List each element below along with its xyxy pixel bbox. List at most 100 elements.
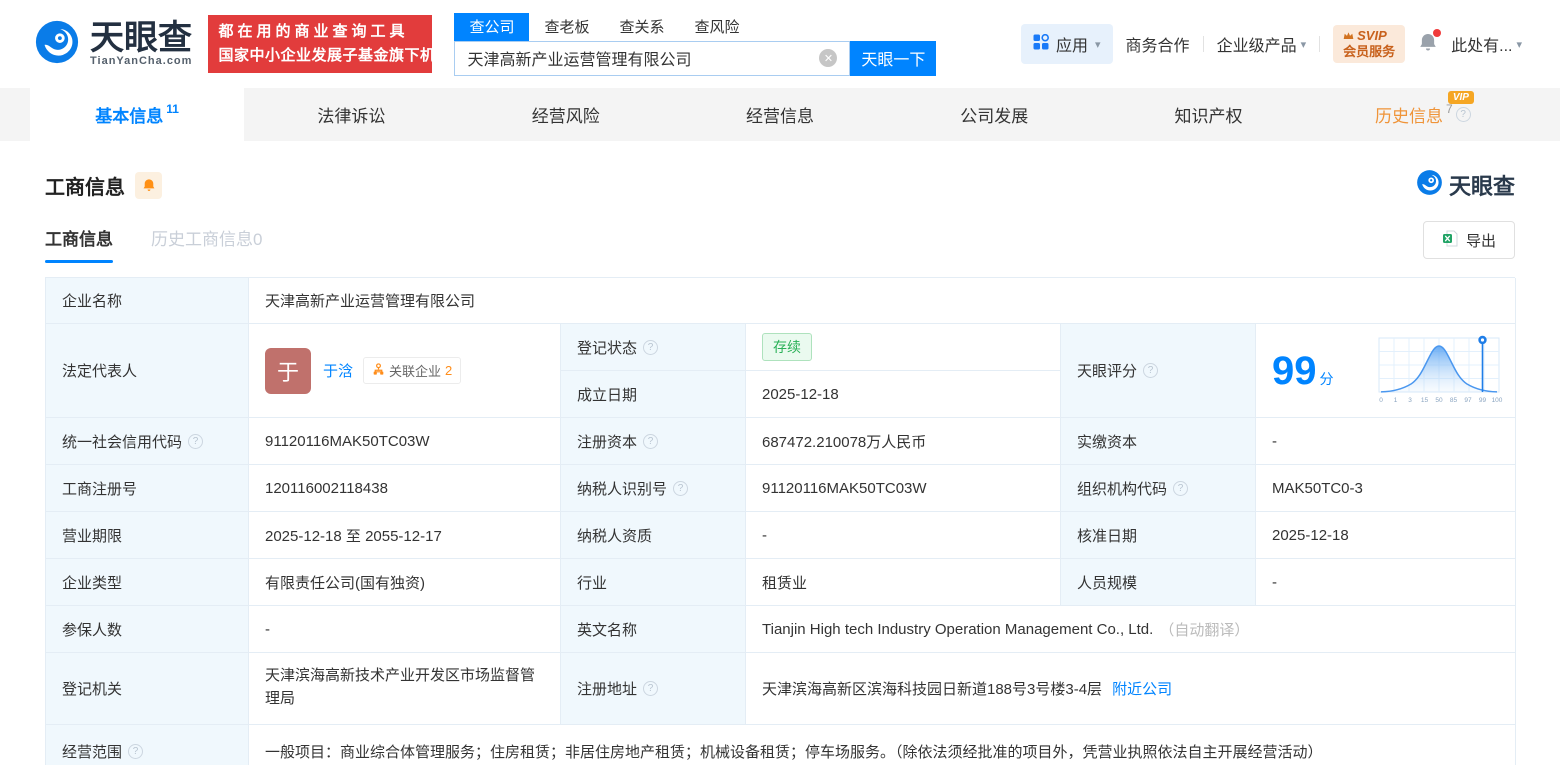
field-value-organization-code: MAK50TC0-3 [1256, 465, 1516, 512]
tab-history-info[interactable]: VIP 历史信息 7 [1316, 88, 1530, 141]
help-icon[interactable] [673, 480, 689, 496]
slogan-line2: 国家中小企业发展子基金旗下机构 [218, 47, 451, 64]
crown-icon [1343, 28, 1354, 44]
field-label-english-name: 英文名称 [561, 606, 746, 653]
tab-label: 知识产权 [1174, 107, 1243, 126]
vip-badge: VIP [1447, 91, 1474, 104]
field-value-business-term: 2025-12-18 至 2055-12-17 [249, 512, 561, 559]
field-value-company-type: 有限责任公司(国有独资) [249, 559, 561, 606]
related-companies-badge[interactable]: 关联企业 2 [363, 357, 462, 384]
tab-intellectual-property[interactable]: 知识产权 [1101, 88, 1315, 141]
field-value-registration-status: 存续 [746, 324, 1061, 371]
bell-icon [143, 179, 154, 191]
legal-rep-name-link[interactable]: 于浛 [323, 360, 353, 381]
field-label-taxpayer-quality: 纳税人资质 [561, 512, 746, 559]
pin-icon [1478, 335, 1487, 392]
search-input[interactable] [455, 41, 850, 75]
field-label-registered-capital: 注册资本 [561, 418, 746, 465]
apps-grid-icon [1033, 33, 1049, 55]
field-value-credit-code: 91120116MAK50TC03W [249, 418, 561, 465]
user-account-menu[interactable]: 此处有... ▾ [1451, 32, 1522, 56]
tab-label: 经营信息 [745, 107, 814, 126]
field-label-business-term: 营业期限 [46, 512, 249, 559]
field-value-tianyan-score: 99 分 0 1 3 15 50 85 97 99 100 [1256, 324, 1516, 418]
field-value-establish-date: 2025-12-18 [746, 371, 1061, 418]
field-value-legal-representative: 于 于浛 关联企业 2 [249, 324, 561, 418]
subtab-history-registration[interactable]: 历史工商信息0 [151, 225, 262, 263]
help-icon[interactable] [643, 681, 659, 696]
subscribe-bell-button[interactable] [135, 171, 162, 199]
field-value-insured-count: - [249, 606, 561, 653]
legal-rep-avatar[interactable]: 于 [265, 347, 311, 394]
field-label-company-type: 企业类型 [46, 559, 249, 606]
subtab-business-registration[interactable]: 工商信息 [45, 225, 113, 263]
apps-button[interactable]: 应用 ▾ [1021, 24, 1113, 64]
business-cooperation-link[interactable]: 商务合作 [1126, 32, 1190, 56]
help-icon[interactable] [1143, 363, 1159, 378]
help-icon[interactable] [128, 743, 144, 759]
help-icon[interactable] [643, 339, 659, 355]
top-header: 天眼查 TianYanCha.com 都在用的商业查询工具 国家中小企业发展子基… [0, 0, 1560, 88]
divider [1319, 36, 1321, 52]
svg-text:3: 3 [1408, 397, 1412, 404]
tab-legal-proceedings[interactable]: 法律诉讼 [244, 88, 458, 141]
help-icon[interactable] [1455, 107, 1471, 122]
tab-count: 7 [1445, 102, 1453, 116]
field-value-approval-date: 2025-12-18 [1256, 512, 1516, 559]
help-icon[interactable] [643, 433, 659, 449]
tab-operating-risk[interactable]: 经营风险 [459, 88, 673, 141]
search-tab-risk[interactable]: 查风险 [679, 13, 754, 41]
org-chart-icon [372, 362, 385, 379]
business-info-table: 企业名称 天津高新产业运营管理有限公司 法定代表人 于 于浛 关联企业 2 登记… [45, 277, 1516, 765]
export-label: 导出 [1465, 232, 1496, 250]
slogan-banner: 都在用的商业查询工具 国家中小企业发展子基金旗下机构 [208, 15, 451, 73]
header-menu: 应用 ▾ 商务合作 企业级产品 ▾ SVIP 会员服务 此处有... ▾ [1021, 24, 1522, 64]
field-label-business-scope: 经营范围 [46, 725, 249, 765]
caret-down-icon: ▾ [1300, 38, 1307, 51]
watermark-text: 天眼查 [1448, 174, 1515, 199]
svip-label: SVIP [1357, 28, 1387, 43]
caret-down-icon: ▾ [1095, 38, 1101, 51]
svip-member-button[interactable]: SVIP 会员服务 [1333, 25, 1406, 63]
score-number: 99 [1272, 348, 1317, 393]
field-label-establish-date: 成立日期 [561, 371, 746, 418]
svg-text:15: 15 [1421, 397, 1429, 404]
export-button[interactable]: 导出 [1422, 221, 1515, 259]
svg-text:99: 99 [1479, 397, 1487, 404]
nearby-companies-link[interactable]: 附近公司 [1112, 678, 1172, 699]
field-label-company-name: 企业名称 [46, 278, 249, 324]
enterprise-products-link[interactable]: 企业级产品 ▾ [1217, 32, 1307, 56]
apps-label: 应用 [1056, 38, 1089, 55]
field-label-approval-date: 核准日期 [1061, 512, 1256, 559]
help-icon[interactable] [188, 433, 204, 449]
tab-label: 经营风险 [531, 107, 600, 126]
score-unit: 分 [1319, 370, 1334, 387]
tab-company-development[interactable]: 公司发展 [887, 88, 1101, 141]
caret-down-icon: ▾ [1516, 38, 1522, 51]
svg-text:100: 100 [1492, 397, 1503, 404]
field-value-taxpayer-id: 91120116MAK50TC03W [746, 465, 1061, 512]
excel-icon [1442, 230, 1458, 251]
search-tab-relation[interactable]: 查关系 [604, 13, 679, 41]
related-companies-label: 关联企业 [389, 364, 442, 379]
field-value-industry: 租赁业 [746, 559, 1061, 606]
field-label-paid-capital: 实缴资本 [1061, 418, 1256, 465]
notification-bell-button[interactable] [1418, 28, 1442, 57]
help-icon[interactable] [1173, 480, 1189, 496]
field-label-tianyan-score: 天眼评分 [1061, 324, 1256, 418]
tianyancha-logo-icon [1416, 169, 1443, 201]
field-value-business-scope: 一般项目：商业综合体管理服务；住房租赁；非居住房地产租赁；机械设备租赁；停车场服… [249, 725, 1516, 765]
search-tab-boss[interactable]: 查老板 [529, 13, 604, 41]
user-name: 此处有... [1451, 38, 1513, 55]
svg-text:1: 1 [1394, 397, 1398, 404]
search-area: 查公司 查老板 查关系 查风险 天眼一下 [454, 12, 937, 76]
field-label-credit-code: 统一社会信用代码 [46, 418, 249, 465]
tianyancha-logo[interactable]: 天眼查 TianYanCha.com [34, 19, 192, 70]
search-tab-company[interactable]: 查公司 [454, 12, 530, 41]
search-tabs: 查公司 查老板 查关系 查风险 [454, 12, 936, 41]
tab-basic-info[interactable]: 基本信息 11 [30, 88, 245, 141]
field-value-paid-capital: - [1256, 418, 1516, 465]
search-button[interactable]: 天眼一下 [850, 40, 937, 76]
tab-business-info[interactable]: 经营信息 [673, 88, 887, 141]
field-label-legal-representative: 法定代表人 [46, 324, 249, 418]
